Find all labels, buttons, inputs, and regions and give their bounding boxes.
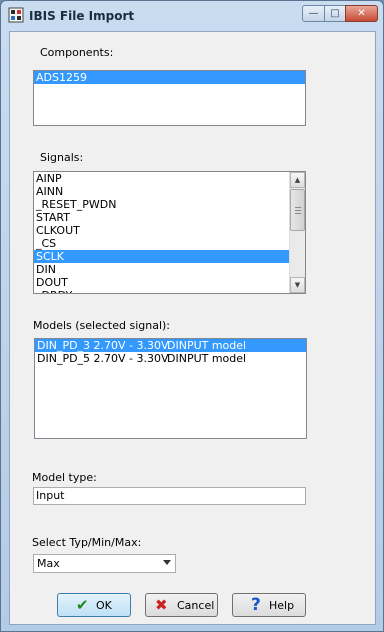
scroll-thumb[interactable] [290,189,305,231]
model-item[interactable]: DIN_PD_5 2.70V - 3.30VDINPUT model [35,352,306,365]
signal-name: AINP [36,172,62,185]
component-name: ADS1259 [36,71,87,84]
ibis-import-window: IBIS File Import — □ ✕ Components: ADS12… [0,0,384,632]
model-type-field[interactable]: Input [33,487,306,505]
model-kind: DINPUT model [167,339,247,352]
ok-button-label: OK [96,599,112,612]
signal-item[interactable]: DOUT [34,276,289,289]
signals-list[interactable]: AINP AINN _RESET_PWDN START CLKOUT _CS SCLK DIN… [33,171,306,294]
signal-name: DIN [36,263,56,276]
close-button[interactable]: ✕ [345,5,378,22]
components-list[interactable]: ADS1259 [33,70,306,126]
model-name: DIN_PD_3 2.70V - 3.30V [37,339,169,352]
help-button[interactable]: ? Help [232,593,306,617]
model-name: DIN_PD_5 2.70V - 3.30V [37,352,169,365]
signal-name: CLKOUT [36,224,80,237]
maximize-button[interactable]: □ [324,5,346,22]
signal-item[interactable]: CLKOUT [34,224,289,237]
x-icon: ✖ [155,596,168,614]
model-type-label: Model type: [32,471,97,484]
scroll-up-arrow-icon[interactable]: ▲ [290,172,305,188]
window-title: IBIS File Import [29,9,135,23]
dialog-client-area: Components: ADS1259 Signals: AINP AINN _RE… [9,31,376,625]
signal-name: AINN [36,185,64,198]
signal-item[interactable]: _RESET_PWDN [34,198,289,211]
ibis-app-icon [8,7,24,23]
model-item[interactable]: DIN_PD_3 2.70V - 3.30VDINPUT model [35,339,306,352]
signal-name: START [36,211,70,224]
help-button-label: Help [269,599,295,612]
signal-item[interactable]: DIN [34,263,289,276]
signal-name: SCLK [36,250,65,263]
signal-item[interactable]: AINN [34,185,289,198]
signals-label: Signals: [40,151,84,164]
signal-item[interactable]: SCLK [34,250,289,263]
signal-item[interactable]: AINP [34,172,289,185]
models-list[interactable]: DIN_PD_3 2.70V - 3.30VDINPUT model DIN_PD… [34,338,307,439]
signal-name: _CS [36,237,57,250]
signal-name: _RESET_PWDN [36,198,117,211]
cancel-button[interactable]: ✖ Cancel [145,593,218,617]
title-bar[interactable]: IBIS File Import — □ ✕ [1,1,383,31]
scroll-down-arrow-icon[interactable]: ▼ [290,277,305,293]
typminmax-select[interactable]: Max [33,554,176,573]
signal-item[interactable]: START [34,211,289,224]
typminmax-value: Max [37,557,60,570]
check-icon: ✔ [76,596,89,614]
signal-item[interactable]: _CS [34,237,289,250]
signal-name: _DRDY [36,289,72,293]
models-label: Models (selected signal): [33,319,171,332]
chevron-down-icon[interactable] [163,560,171,565]
question-icon: ? [251,595,261,615]
minimize-button[interactable]: — [302,5,325,22]
signal-item[interactable]: _DRDY [34,289,289,293]
ok-button[interactable]: ✔ OK [57,593,131,617]
typminmax-label: Select Typ/Min/Max: [32,536,142,549]
signal-name: DOUT [36,276,68,289]
signals-scrollbar[interactable]: ▲ ▼ [289,172,305,293]
model-kind: DINPUT model [167,352,247,365]
components-label: Components: [40,46,114,59]
component-item[interactable]: ADS1259 [34,71,305,84]
cancel-button-label: Cancel [177,599,215,612]
